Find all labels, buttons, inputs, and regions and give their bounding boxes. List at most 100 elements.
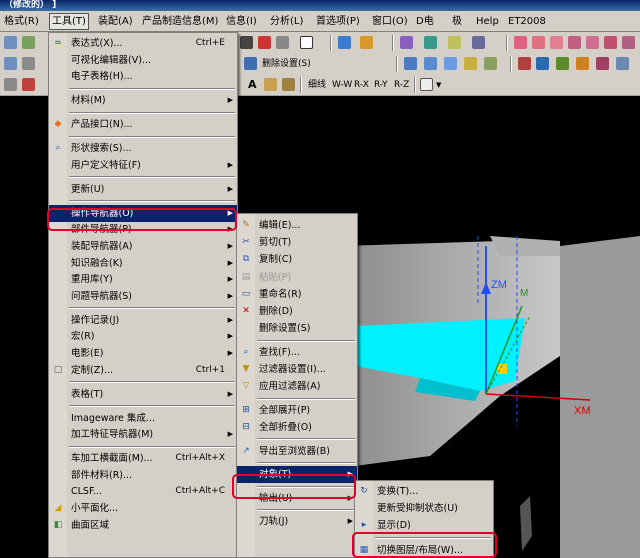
render-icon[interactable] [240,36,253,49]
tools-menu-item-6[interactable]: ◆ 产品接口(N)... [49,116,237,133]
menu-pmi[interactable]: 产品制造信息(M) [140,14,220,29]
tools-menu-item-9[interactable]: 用户定义特征(F) ▶ [49,157,237,174]
tools-menu-item-0[interactable]: = 表达式(X)... Ctrl+E [49,35,237,52]
tools-menu-item-2[interactable]: 电子表格(H)... [49,68,237,85]
tool-icon[interactable] [22,78,35,91]
menu-window[interactable]: 窗口(O) [370,14,410,29]
op-nav-menu-item-6[interactable]: 删除设置(S) [237,320,357,337]
font-icon[interactable] [264,78,277,91]
pin-icon[interactable] [622,36,635,49]
select-icon[interactable] [400,36,413,49]
op-nav-menu-item-15[interactable]: ↗ 导出至浏览器(B) [237,443,357,460]
filter-icon[interactable] [424,36,437,49]
ops-icon[interactable] [464,57,477,70]
op-nav-menu-item-13[interactable]: ⊟ 全部折叠(O) [237,419,357,436]
tools-menu-item-30[interactable]: 车加工横截面(M)... Ctrl+Alt+X [49,450,237,467]
gear-icon[interactable] [518,57,531,70]
tools-menu-item-22[interactable]: 电影(E) ▶ [49,345,237,362]
ops-icon[interactable] [424,57,437,70]
tools-menu-item-21[interactable]: 宏(R) ▶ [49,328,237,345]
postprocess-icon[interactable] [576,57,589,70]
op-nav-menu-item-4[interactable]: ▭ 重命名(R) [237,286,357,303]
menu-format[interactable]: 格式(R) [2,14,41,29]
ops-icon[interactable] [404,57,417,70]
pin-icon[interactable] [532,36,545,49]
pin-icon[interactable] [604,36,617,49]
op-nav-menu-item-12[interactable]: ⊞ 全部展开(P) [237,402,357,419]
tools-menu-item-13[interactable]: 操作导航器(O) ▶ [49,204,237,222]
pin-icon[interactable] [550,36,563,49]
object-menu-item-0[interactable]: ↻ 变换(T)... [355,483,493,500]
tools-menu-item-11[interactable]: 更新(U) ▶ [49,181,237,198]
op-nav-menu-item-21[interactable]: 刀轨(J) ▶ [237,513,357,530]
cube-icon[interactable] [276,36,289,49]
object-menu-item-2[interactable]: ▸ 显示(D) [355,517,493,534]
view-rz-button[interactable]: R-Z [394,78,409,92]
view-rx-button[interactable]: R-X [354,78,369,92]
op-nav-menu-item-9[interactable]: ▼ 过滤器设置(I)... [237,361,357,378]
pin-icon[interactable] [586,36,599,49]
op-nav-menu-item-2[interactable]: ⧉ 复制(C) [237,251,357,268]
tools-menu-item-27[interactable]: Imageware 集成... [49,410,237,427]
text-a-icon[interactable]: A [248,78,257,92]
line-thin-button[interactable]: 细线 [308,78,326,92]
menu-preferences[interactable]: 首选项(P) [314,14,362,29]
toolpath-icon[interactable] [536,57,549,70]
menu-info[interactable]: 信息(I) [224,14,259,29]
tools-menu-item-34[interactable]: ◧ 曲面区域 [49,517,237,534]
tools-menu-item-16[interactable]: 知识融合(K) ▶ [49,255,237,272]
op-nav-menu-item-8[interactable]: ⌕ 查找(F)... [237,344,357,361]
op-nav-menu-item-0[interactable]: ✎ 编辑(E)... [237,217,357,234]
shop-doc-icon[interactable] [596,57,609,70]
dropdown-arrow-icon[interactable]: ▼ [436,78,441,92]
verify-icon[interactable] [556,57,569,70]
tools-menu-item-32[interactable]: CLSF... Ctrl+Alt+C [49,483,237,500]
snap-icon[interactable] [360,36,373,49]
layer-icon[interactable] [472,36,485,49]
tool-icon[interactable] [22,36,35,49]
tools-menu-item-23[interactable]: ▢ 定制(Z)... Ctrl+1 [49,362,237,379]
tool-icon[interactable] [22,57,35,70]
tools-menu-item-31[interactable]: 部件材料(R)... [49,467,237,484]
menu-assembly[interactable]: 装配(A) [96,14,135,29]
menu-help[interactable]: Help [474,14,501,29]
tool-icon[interactable] [4,57,17,70]
tools-menu-item-25[interactable]: 表格(T) ▶ [49,386,237,403]
tools-menu-item-33[interactable]: ◢ 小平面化... [49,500,237,517]
output-icon[interactable] [616,57,629,70]
delete-settings-label[interactable]: 删除设置(S) [262,57,311,71]
route-icon[interactable] [448,36,461,49]
menu-et2008[interactable]: ET2008 [506,14,548,29]
tools-menu-item-8[interactable]: ⌕ 形状搜索(S)... [49,140,237,157]
tools-menu-item-1[interactable]: 可视化编辑器(V)... [49,52,237,69]
ops-icon[interactable] [444,57,457,70]
view-box-icon[interactable] [300,36,313,49]
object-menu-item-1[interactable]: 更新受抑制状态(U) [355,500,493,517]
tool-icon[interactable] [4,36,17,49]
object-menu-item-4[interactable]: ▦ 切换图层/布局(W)... [355,542,493,558]
op-nav-menu-item-1[interactable]: ✂ 剪切(T) [237,234,357,251]
pen-icon[interactable] [282,78,295,91]
menu-electric[interactable]: D电 [414,14,436,29]
ops-icon[interactable] [484,57,497,70]
pin-icon[interactable] [514,36,527,49]
tools-menu-item-20[interactable]: 操作记录(J) ▶ [49,312,237,329]
pin-icon[interactable] [568,36,581,49]
color-box-icon[interactable] [420,78,433,91]
tools-menu-item-18[interactable]: 问题导航器(S) ▶ [49,288,237,305]
op-nav-menu-item-5[interactable]: ✕ 删除(D) [237,303,357,320]
tool-icon[interactable] [4,78,17,91]
tools-menu-item-14[interactable]: 部件导航器(P) ▶ [49,221,237,238]
menu-ji[interactable]: 极 [450,14,464,29]
tools-menu-item-17[interactable]: 重用库(Y) ▶ [49,271,237,288]
tools-menu-item-15[interactable]: 装配导航器(A) ▶ [49,238,237,255]
op-nav-menu-item-10[interactable]: ▽ 应用过滤器(A) [237,378,357,395]
view-ww-button[interactable]: W-W [332,78,352,92]
orient-icon[interactable] [338,36,351,49]
op-nav-menu-item-19[interactable]: 输出(U) ▶ [237,490,357,507]
view-ry-button[interactable]: R-Y [374,78,388,92]
menu-analysis[interactable]: 分析(L) [268,14,305,29]
op-nav-menu-item-17[interactable]: 对象(T) ▶ [237,466,357,484]
menu-tools[interactable]: 工具(T) [49,13,89,30]
tools-menu-item-28[interactable]: 加工特征导航器(M) ▶ [49,426,237,443]
